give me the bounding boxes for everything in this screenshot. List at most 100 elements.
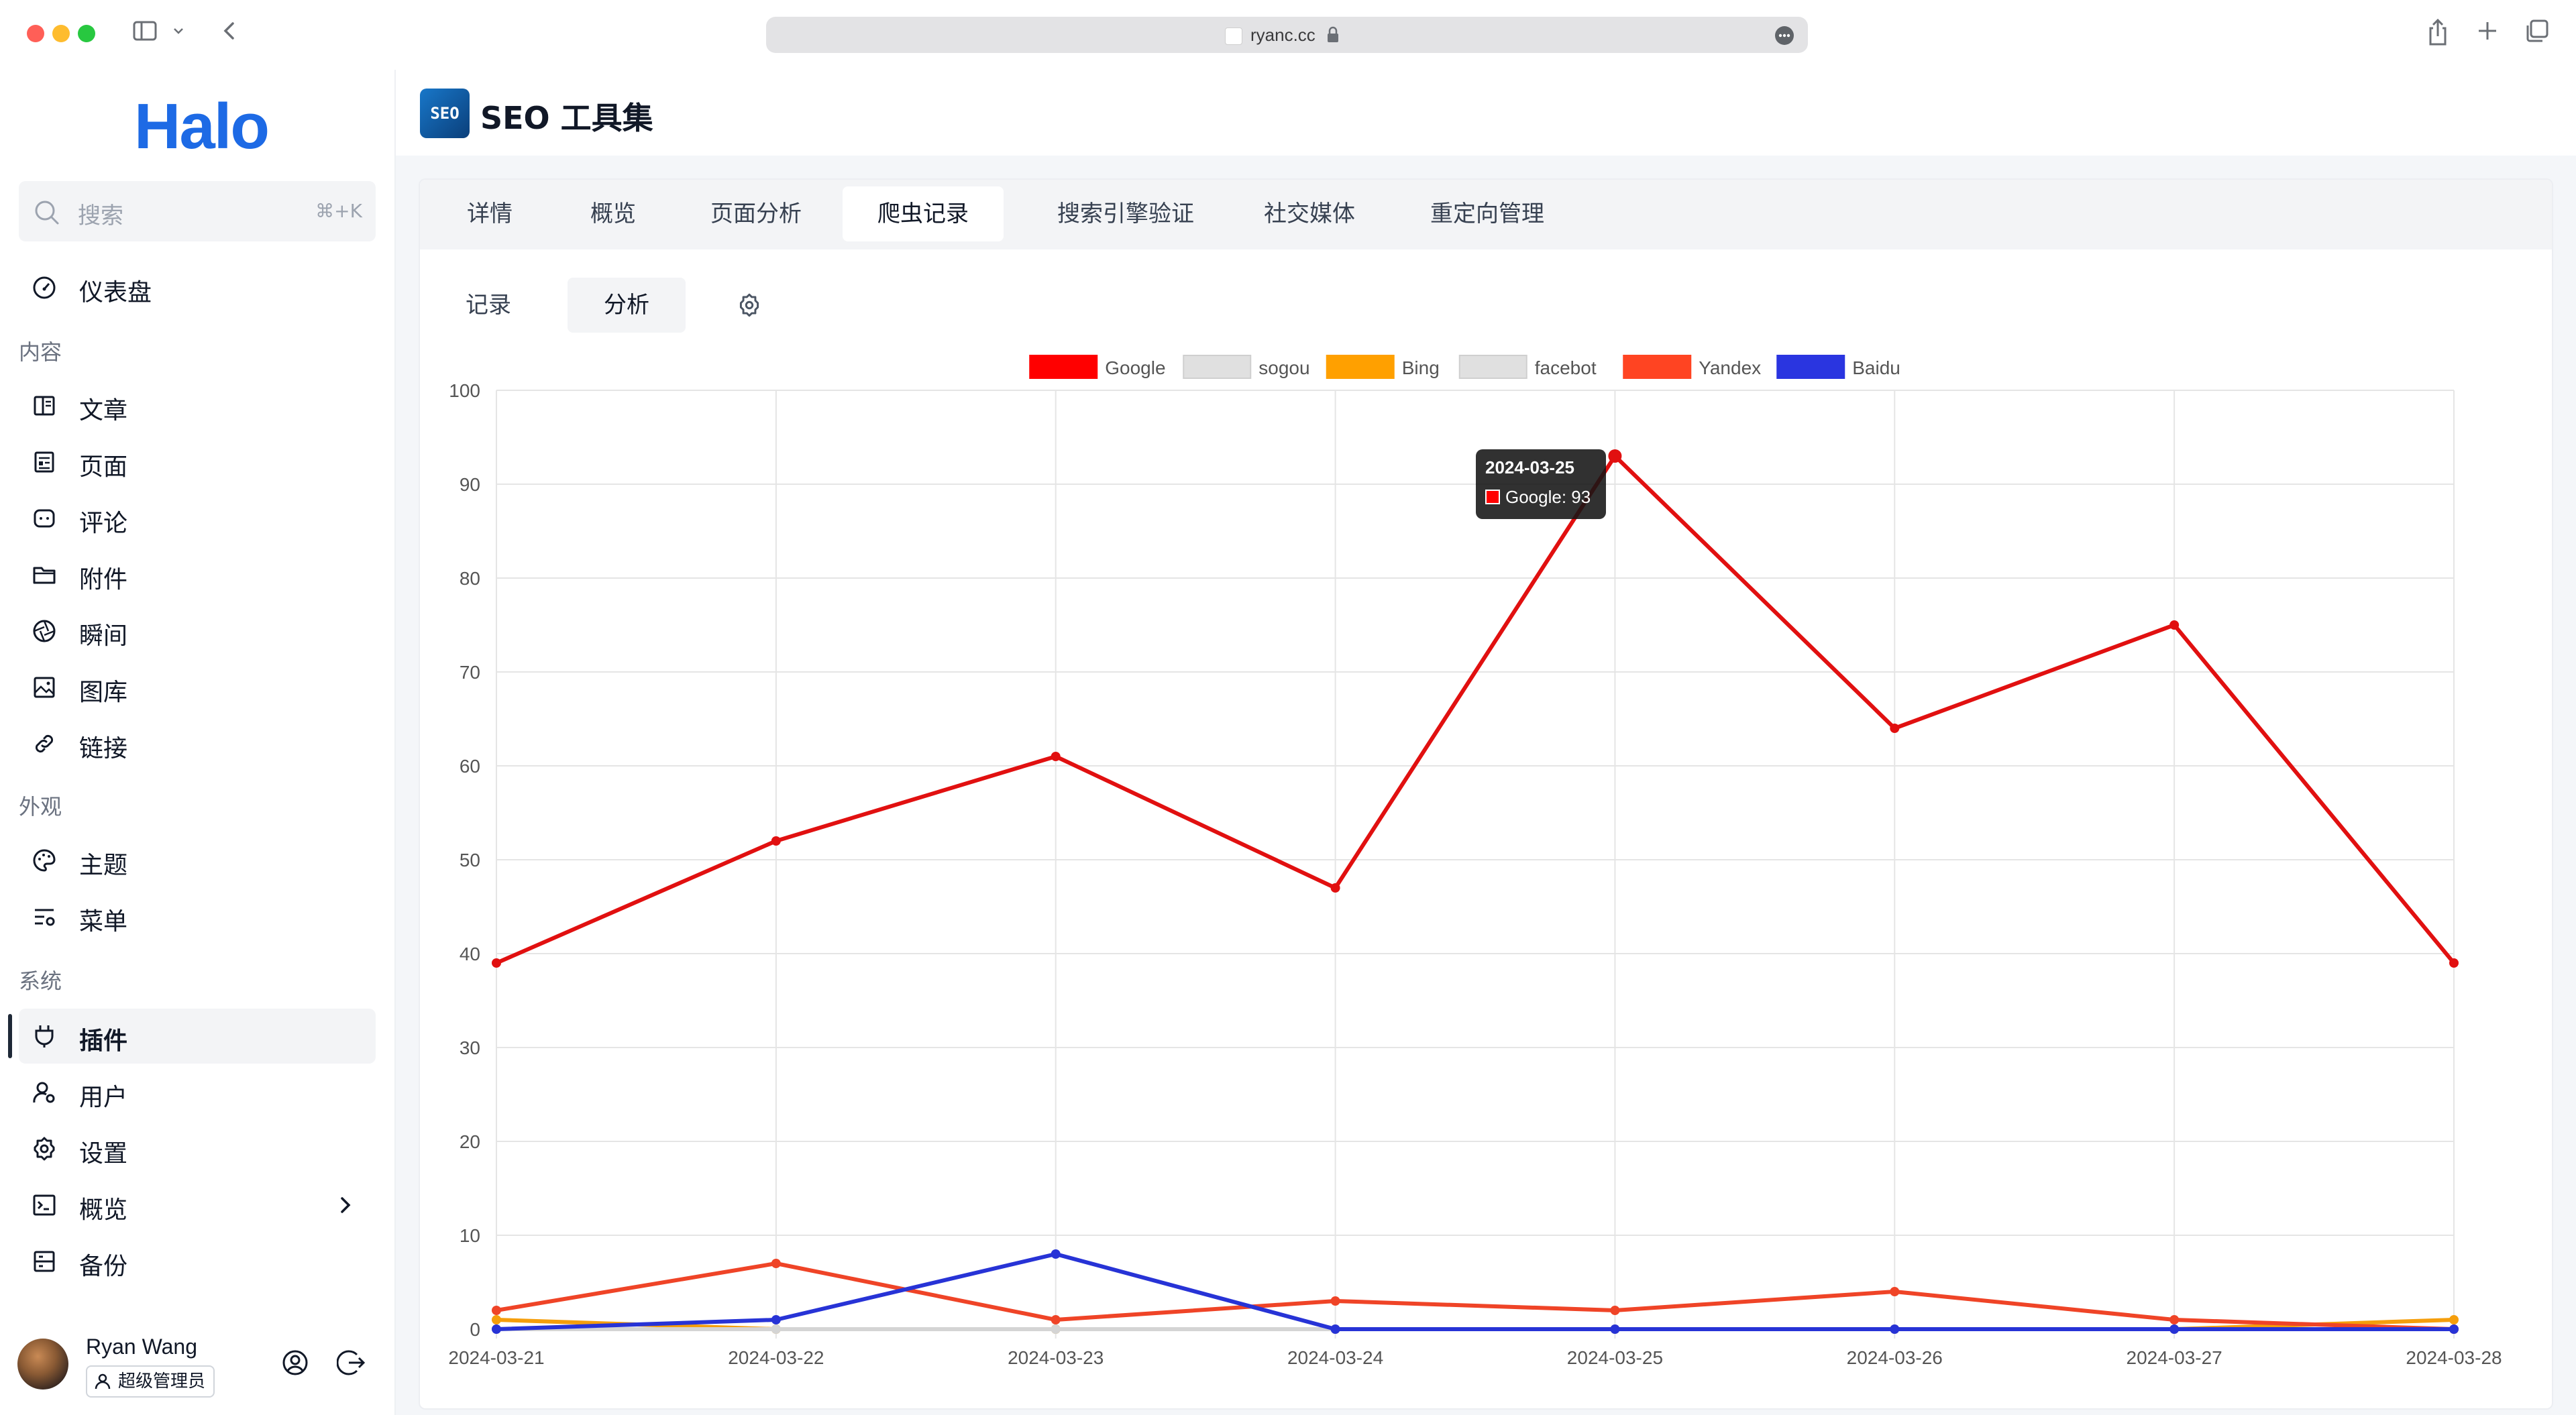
sidebar-item-overview[interactable]: 概览 xyxy=(19,1178,376,1233)
data-point-google xyxy=(2449,958,2459,968)
group-label-system: 系统 xyxy=(19,968,62,994)
avatar[interactable] xyxy=(17,1339,68,1390)
page-header: SEO SEO 工具集 xyxy=(396,70,2576,156)
data-point-google xyxy=(492,958,501,968)
x-tick-label: 2024-03-27 xyxy=(2127,1347,2222,1368)
data-point-baidu xyxy=(1330,1324,1340,1334)
link-icon xyxy=(31,730,58,757)
palette-icon xyxy=(31,847,58,874)
sidebar-item-label: 仪表盘 xyxy=(79,279,152,306)
share-icon[interactable] xyxy=(2424,17,2451,50)
sub-tab-bar: 记录 分析 xyxy=(420,249,2552,350)
data-point-google xyxy=(1330,883,1340,893)
sidebar-item-links[interactable]: 链接 xyxy=(19,716,376,771)
sidebar-item-pages[interactable]: 页面 xyxy=(19,435,376,490)
logout-icon[interactable] xyxy=(336,1348,366,1380)
search-shortcut: ⌘+K xyxy=(315,200,362,222)
x-tick-label: 2024-03-28 xyxy=(2406,1347,2502,1368)
backup-icon xyxy=(31,1248,58,1275)
book-icon xyxy=(31,392,58,419)
terminal-icon xyxy=(31,1192,58,1219)
subtab-records[interactable]: 记录 xyxy=(444,278,533,333)
new-tab-icon[interactable] xyxy=(2474,17,2501,47)
back-icon[interactable] xyxy=(216,17,243,47)
legend-label: Yandex xyxy=(1699,357,1761,378)
tab-page-analysis[interactable]: 页面分析 xyxy=(686,186,826,241)
group-label-content: 内容 xyxy=(19,339,62,365)
data-point-bing xyxy=(2449,1315,2459,1324)
menu-settings-icon xyxy=(31,903,58,930)
address-bar[interactable]: ryanc.cc xyxy=(766,17,1808,53)
x-tick-label: 2024-03-25 xyxy=(1567,1347,1663,1368)
user-icon xyxy=(95,1373,111,1390)
minimize-window-button[interactable] xyxy=(52,25,70,42)
data-point-yandex xyxy=(1890,1287,1900,1296)
search-placeholder: 搜索 xyxy=(78,203,123,229)
tab-search-engine-verification[interactable]: 搜索引擎验证 xyxy=(1032,186,1220,241)
aperture-icon xyxy=(31,618,58,644)
tab-bar: 详情 概览 页面分析 爬虫记录 搜索引擎验证 社交媒体 重定向管理 xyxy=(420,180,2552,249)
more-icon[interactable] xyxy=(1774,25,1794,48)
chevron-right-icon[interactable] xyxy=(335,1194,356,1219)
legend-label: Baidu xyxy=(1852,357,1900,378)
subtab-analysis[interactable]: 分析 xyxy=(568,278,686,333)
sidebar-toggle-icon[interactable] xyxy=(131,17,158,47)
gear-icon[interactable] xyxy=(735,291,763,322)
tab-redirect-management[interactable]: 重定向管理 xyxy=(1403,186,1571,241)
data-point-baidu xyxy=(492,1324,501,1334)
tab-crawler-logs[interactable]: 爬虫记录 xyxy=(843,186,1004,241)
tooltip-date: 2024-03-25 xyxy=(1485,457,1574,477)
profile-icon[interactable] xyxy=(280,1348,310,1380)
sidebar-item-settings[interactable]: 设置 xyxy=(19,1121,376,1176)
sidebar-item-moments[interactable]: 瞬间 xyxy=(19,604,376,659)
sidebar-item-label: 主题 xyxy=(79,852,128,879)
tab-details[interactable]: 详情 xyxy=(444,186,535,241)
tab-overview-icon[interactable] xyxy=(2524,17,2551,47)
dashboard-icon xyxy=(31,274,58,301)
sidebar-item-label: 页面 xyxy=(79,453,128,481)
data-point-yandex xyxy=(492,1306,501,1315)
legend-label: Google xyxy=(1105,357,1165,378)
tab-social-media[interactable]: 社交媒体 xyxy=(1242,186,1377,241)
data-point-yandex xyxy=(1610,1306,1620,1315)
legend-swatch xyxy=(1326,355,1395,379)
data-point-yandex xyxy=(1051,1315,1061,1324)
sidebar-item-backup[interactable]: 备份 xyxy=(19,1234,376,1289)
data-point-google xyxy=(1051,752,1061,761)
legend-swatch xyxy=(1623,355,1692,379)
sidebar-item-menus[interactable]: 菜单 xyxy=(19,889,376,944)
legend-swatch xyxy=(1183,355,1252,379)
folder-icon xyxy=(31,561,58,588)
sidebar-item-users[interactable]: 用户 xyxy=(19,1065,376,1120)
y-tick-label: 10 xyxy=(460,1225,480,1246)
data-point-baidu xyxy=(1610,1324,1620,1334)
sidebar-item-attachments[interactable]: 附件 xyxy=(19,547,376,602)
data-point-baidu xyxy=(2169,1324,2180,1334)
tab-overview[interactable]: 概览 xyxy=(568,186,659,241)
data-point-bing xyxy=(492,1315,501,1324)
halo-logo[interactable]: Halo xyxy=(134,90,270,164)
sidebar-item-posts[interactable]: 文章 xyxy=(19,378,376,433)
sidebar-item-themes[interactable]: 主题 xyxy=(19,833,376,888)
page-title: SEO 工具集 xyxy=(480,100,653,136)
browser-toolbar: ryanc.cc xyxy=(0,0,2576,70)
sidebar-item-dashboard[interactable]: 仪表盘 xyxy=(19,260,376,315)
user-name: Ryan Wang xyxy=(86,1335,197,1359)
seo-plugin-logo: SEO xyxy=(420,89,470,138)
sidebar-item-comments[interactable]: 评论 xyxy=(19,491,376,546)
sidebar-item-plugins[interactable]: 插件 xyxy=(8,1009,376,1064)
close-window-button[interactable] xyxy=(27,25,44,42)
maximize-window-button[interactable] xyxy=(78,25,95,42)
site-favicon-icon xyxy=(1225,27,1242,45)
data-point-yandex xyxy=(2169,1315,2180,1324)
sidebar-item-gallery[interactable]: 图库 xyxy=(19,660,376,715)
legend-label: sogou xyxy=(1258,357,1309,378)
sidebar-item-label: 设置 xyxy=(79,1140,128,1168)
content-card: 详情 概览 页面分析 爬虫记录 搜索引擎验证 社交媒体 重定向管理 记录 分析 … xyxy=(420,180,2552,1408)
y-tick-label: 50 xyxy=(460,850,480,870)
search-box[interactable]: 搜索 ⌘+K xyxy=(19,181,376,241)
chevron-down-icon[interactable] xyxy=(172,24,185,40)
current-user: Ryan Wang 超级管理员 xyxy=(0,1310,394,1415)
data-point-yandex xyxy=(1330,1296,1340,1306)
series-line-yandex xyxy=(496,1261,2455,1331)
